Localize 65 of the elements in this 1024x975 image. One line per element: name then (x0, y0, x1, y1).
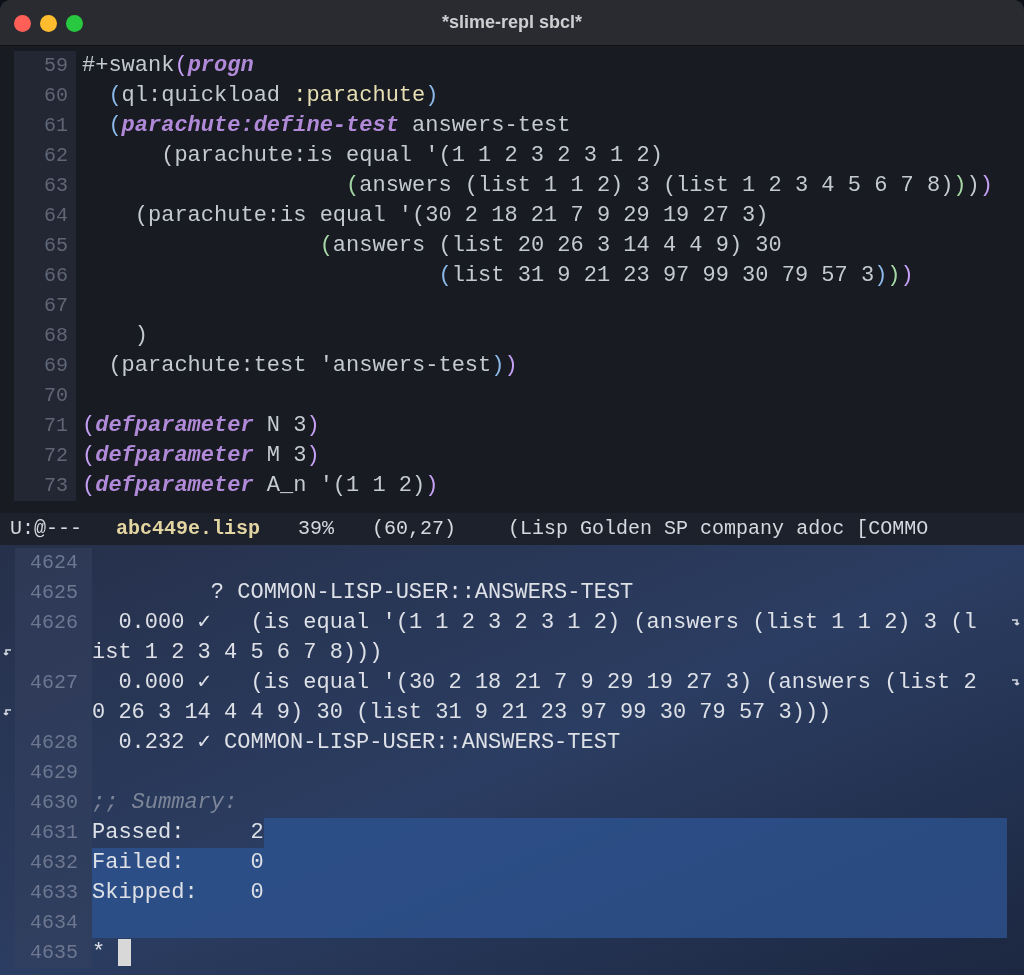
code-line: (parachute:test 'answers-test)) (107, 352, 518, 380)
line-number: 70 (44, 383, 68, 409)
line-number: 59 (44, 53, 68, 79)
cursor-position: (60,27) (372, 516, 457, 542)
line-number: 4630 (30, 790, 78, 816)
window-title: *slime-repl sbcl* (441, 11, 583, 34)
code-line: (parachute:define-test answers-test (107, 112, 571, 140)
line-number: 73 (44, 473, 68, 499)
scroll-position: 39% (298, 516, 335, 542)
code-line: (parachute:is equal '(30 2 18 21 7 9 29 19 27 3) (133, 202, 769, 230)
line-number: 4626 (30, 610, 78, 636)
line-number: 4629 (30, 760, 78, 786)
code-line: (answers (list 20 26 3 14 4 4 9) 30 (318, 232, 782, 260)
repl-text: 0.232 ✓ COMMON-LISP-USER::ANSWERS-TEST (117, 729, 621, 757)
line-number: 4632 (30, 850, 78, 876)
line-number: 66 (44, 263, 68, 289)
line-number: 4634 (30, 910, 78, 936)
repl-text: Skipped: 0 (92, 879, 264, 907)
minimize-button[interactable] (40, 15, 57, 32)
line-wrap-icon (3, 708, 12, 718)
line-wrap-icon (3, 648, 12, 658)
repl-text: Passed: 2 (92, 819, 264, 847)
comment: ;; Summary: (92, 789, 238, 817)
line-number: 4628 (30, 730, 78, 756)
code-line: (list 31 9 21 23 97 99 30 79 57 3))) (437, 262, 914, 290)
line-number: 61 (44, 113, 68, 139)
code-line: ) (133, 322, 148, 350)
line-number: 4631 (30, 820, 78, 846)
line-wrap-icon (1011, 678, 1020, 688)
line-number: 72 (44, 443, 68, 469)
code-line: (defparameter M 3) (81, 442, 320, 470)
zoom-button[interactable] (66, 15, 83, 32)
code-line: #+swank(progn (81, 52, 254, 80)
repl-prompt: * (92, 939, 106, 967)
repl-text: ist 1 2 3 4 5 6 7 8))) (92, 639, 383, 667)
repl-text: ? COMMON-LISP-USER::ANSWERS-TEST (209, 579, 634, 607)
line-number: 65 (44, 233, 68, 259)
line-number: 68 (44, 323, 68, 349)
line-number: 63 (44, 173, 68, 199)
line-number: 71 (44, 413, 68, 439)
line-number: 4624 (30, 550, 78, 576)
line-number: 4627 (30, 670, 78, 696)
code-line: (answers (list 1 1 2) 3 (list 1 2 3 4 5 6 7 8)))) (345, 172, 993, 200)
text-cursor (118, 939, 132, 966)
line-number: 67 (44, 293, 68, 319)
line-number: 64 (44, 203, 68, 229)
buffer-name: abc449e.lisp (116, 516, 261, 542)
buffer-state: U:@--- (10, 516, 82, 542)
line-number: 69 (44, 353, 68, 379)
repl-text: 0 26 3 14 4 4 9) 30 (list 31 9 21 23 97 99 30 79 57 3))) (92, 699, 832, 727)
code-line: (parachute:is equal '(1 1 2 3 2 3 1 2) (160, 142, 663, 170)
line-wrap-icon (1011, 618, 1020, 628)
code-line: (defparameter A_n '(1 1 2)) (81, 472, 439, 500)
repl-text: 0.000 ✓ (is equal '(30 2 18 21 7 9 29 19 27 3) (answers (list 2 (117, 669, 977, 697)
line-number: 62 (44, 143, 68, 169)
major-modes: (Lisp Golden SP company adoc [COMMO (508, 516, 929, 542)
repl-text: Failed: 0 (92, 849, 264, 877)
line-number: 4635 (30, 940, 78, 966)
line-number: 4625 (30, 580, 78, 606)
repl-text: 0.000 ✓ (is equal '(1 1 2 3 2 3 1 2) (answers (list 1 1 2) 3 (l (117, 609, 977, 637)
code-line: (defparameter N 3) (81, 412, 320, 440)
line-number: 60 (44, 83, 68, 109)
code-line: (ql:quickload :parachute) (107, 82, 439, 110)
line-number: 4633 (30, 880, 78, 906)
close-button[interactable] (14, 15, 31, 32)
